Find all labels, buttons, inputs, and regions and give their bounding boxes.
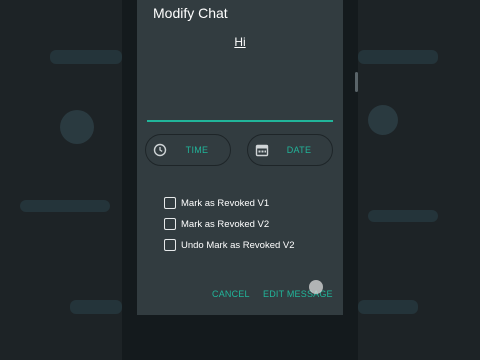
- scrollbar[interactable]: [355, 72, 358, 92]
- checkbox[interactable]: [164, 197, 176, 209]
- blurred-background-right: [358, 0, 480, 360]
- dialog-title: Modify Chat: [153, 5, 228, 21]
- checkbox[interactable]: [164, 239, 176, 251]
- edit-message-button[interactable]: EDIT MESSAGE: [263, 289, 333, 299]
- blur-shape: [368, 210, 438, 222]
- modify-chat-dialog: Modify Chat Hi TIME DATE Mark as Revoked…: [137, 0, 343, 315]
- time-button[interactable]: TIME: [145, 134, 231, 166]
- checkbox-label: Mark as Revoked V2: [181, 218, 270, 230]
- checkbox-label: Mark as Revoked V1: [181, 197, 270, 209]
- time-label: TIME: [185, 145, 209, 155]
- touch-indicator: [309, 280, 323, 294]
- message-input[interactable]: Hi: [137, 35, 343, 49]
- blur-shape: [358, 50, 438, 64]
- message-field-underline: [147, 120, 333, 122]
- blur-shape: [60, 110, 94, 144]
- date-button[interactable]: DATE: [247, 134, 333, 166]
- checkbox-row-revoked-v2[interactable]: Mark as Revoked V2: [164, 216, 269, 232]
- blur-shape: [70, 300, 122, 314]
- checkbox-label: Undo Mark as Revoked V2: [181, 239, 295, 251]
- blur-shape: [50, 50, 122, 64]
- checkbox[interactable]: [164, 218, 176, 230]
- blur-shape: [358, 300, 418, 314]
- cancel-button[interactable]: CANCEL: [212, 289, 250, 299]
- checkbox-row-revoked-v1[interactable]: Mark as Revoked V1: [164, 195, 269, 211]
- checkbox-row-undo-revoked-v2[interactable]: Undo Mark as Revoked V2: [164, 237, 295, 253]
- blur-shape: [20, 200, 110, 212]
- blur-shape: [368, 105, 398, 135]
- blurred-background-left: [0, 0, 122, 360]
- date-label: DATE: [286, 145, 312, 155]
